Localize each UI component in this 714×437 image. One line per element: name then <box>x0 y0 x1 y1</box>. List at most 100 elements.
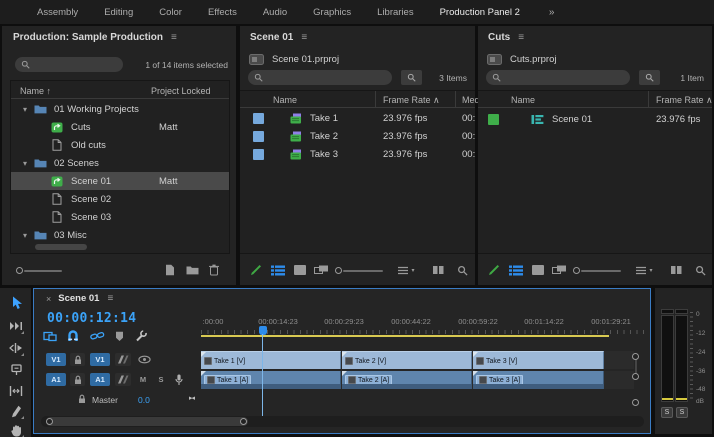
linked-selection-toggle[interactable] <box>88 329 106 343</box>
freeform-view-button[interactable] <box>550 262 568 278</box>
vertical-zoom-handle-bottom[interactable] <box>632 373 639 380</box>
pen-tool[interactable] <box>7 402 25 420</box>
delete-button[interactable] <box>206 262 222 278</box>
new-item-button[interactable] <box>162 262 178 278</box>
timeline-clip-take2-video[interactable]: Take 2 [V] <box>342 351 472 369</box>
column-header-frame-rate[interactable]: Frame Rate ∧ <box>656 95 713 106</box>
workspace-tab-graphics[interactable]: Graphics <box>300 7 364 18</box>
timeline-zoom-handle-left[interactable] <box>46 418 53 425</box>
chevron-down-icon[interactable]: ▾ <box>23 105 27 114</box>
column-header-name[interactable]: Name <box>511 95 535 105</box>
snap-toggle[interactable] <box>65 329 81 343</box>
zoom-slider-handle[interactable] <box>16 267 23 274</box>
timeline-tab[interactable]: × Scene 01 ≡ <box>46 293 113 304</box>
tree-row-folder-02-scenes[interactable]: ▾ 02 Scenes <box>11 154 229 172</box>
selection-tool[interactable] <box>7 294 25 312</box>
workspace-tab-production-panel-2[interactable]: Production Panel 2 <box>427 7 533 18</box>
column-header-name[interactable]: Name <box>273 95 297 105</box>
scene-panel-tab[interactable]: Scene 01 ≡ <box>250 32 307 43</box>
tree-row-project-old-cuts[interactable]: Old cuts <box>11 136 229 154</box>
label-color-green[interactable] <box>488 114 499 125</box>
thumbnail-zoom-handle[interactable] <box>573 267 580 274</box>
ripple-edit-tool[interactable] <box>7 339 25 357</box>
new-bin-button[interactable] <box>668 262 684 278</box>
playhead-handle[interactable] <box>259 326 267 335</box>
cuts-panel-menu-icon[interactable]: ≡ <box>518 32 524 43</box>
meter-solo-left-button[interactable]: S <box>661 407 673 418</box>
audio-sync-lock-toggle[interactable] <box>115 373 131 386</box>
production-search-input[interactable] <box>15 57 123 72</box>
new-bin-button[interactable] <box>184 262 200 278</box>
clip-row-take-3[interactable]: Take 3 23.976 fps 00: <box>240 145 475 163</box>
thumbnail-zoom-handle[interactable] <box>335 267 342 274</box>
workspace-tab-editing[interactable]: Editing <box>91 7 146 18</box>
workspace-tab-audio[interactable]: Audio <box>250 7 300 18</box>
timeline-clip-take3-video[interactable]: Take 3 [V] <box>473 351 604 369</box>
timeline-clip-take1-audio[interactable]: Take 1 [A] <box>201 371 341 389</box>
project-file-row[interactable]: Cuts.prproj <box>487 54 556 65</box>
tree-row-folder-03-misc[interactable]: ▾ 03 Misc <box>11 226 229 244</box>
list-view-button[interactable] <box>508 262 524 278</box>
workspace-tab-assembly[interactable]: Assembly <box>24 7 91 18</box>
timeline-clip-take1-video[interactable]: Take 1 [V] <box>201 351 341 369</box>
find-button[interactable] <box>454 262 470 278</box>
label-color-blue[interactable] <box>253 113 264 124</box>
hand-tool[interactable] <box>7 421 25 437</box>
project-writable-button[interactable] <box>486 262 502 278</box>
clip-row-take-2[interactable]: Take 2 23.976 fps 00: <box>240 127 475 145</box>
playhead-timecode[interactable]: 00:00:12:14 <box>47 311 136 326</box>
thumbnail-zoom-track[interactable] <box>343 270 383 272</box>
tree-row-project-cuts[interactable]: Cuts Matt <box>11 118 229 136</box>
audio-track-lock-toggle[interactable] <box>70 373 85 386</box>
track-target-v1[interactable]: V1 <box>90 353 110 366</box>
playhead-line[interactable] <box>262 334 263 419</box>
tree-row-project-scene-01-selected[interactable]: Scene 01 Matt <box>11 172 229 190</box>
source-patch-a1[interactable]: A1 <box>46 373 66 386</box>
sort-icons-button[interactable]: ▾ <box>395 263 417 277</box>
track-target-a1[interactable]: A1 <box>90 373 110 386</box>
timeline-settings-button[interactable] <box>133 329 149 343</box>
source-patch-v1[interactable]: V1 <box>46 353 66 366</box>
sort-icons-button[interactable]: ▾ <box>633 263 655 277</box>
workspace-overflow-chevron[interactable]: » <box>533 7 571 18</box>
project-file-row[interactable]: Scene 01.prproj <box>249 54 339 65</box>
column-header-project-locked[interactable]: Project Locked <box>151 86 211 96</box>
column-header-media[interactable]: Med <box>462 95 480 105</box>
search-bin-button[interactable] <box>401 70 422 85</box>
fit-to-window-icon[interactable]: ▸◂ <box>189 394 194 402</box>
meter-solo-right-button[interactable]: S <box>676 407 688 418</box>
search-bin-button[interactable] <box>639 70 660 85</box>
freeform-view-button[interactable] <box>312 262 330 278</box>
vertical-zoom-handle-top[interactable] <box>632 353 639 360</box>
timeline-clip-take2-audio[interactable]: Take 2 [A] <box>342 371 472 389</box>
production-panel-menu-icon[interactable]: ≡ <box>171 32 177 43</box>
track-select-forward-tool[interactable] <box>7 317 25 335</box>
voiceover-record-button[interactable] <box>171 373 187 386</box>
label-color-blue[interactable] <box>253 131 264 142</box>
sequence-row-scene-01[interactable]: Scene 01 23.976 fps <box>478 109 712 129</box>
add-marker-button[interactable] <box>111 329 127 343</box>
scene-panel-menu-icon[interactable]: ≡ <box>301 32 307 43</box>
timeline-clip-take3-audio[interactable]: Take 3 [A] <box>473 371 604 389</box>
thumbnail-zoom-track[interactable] <box>581 270 621 272</box>
timeline-panel-menu-icon[interactable]: ≡ <box>107 293 113 304</box>
tree-row-project-scene-02[interactable]: Scene 02 <box>11 190 229 208</box>
video-sync-lock-toggle[interactable] <box>115 353 131 366</box>
horizontal-scrollbar-thumb[interactable] <box>46 417 248 426</box>
label-color-blue[interactable] <box>253 149 264 160</box>
project-writable-button[interactable] <box>248 262 264 278</box>
mute-track-button[interactable]: M <box>136 373 150 386</box>
cuts-panel-tab[interactable]: Cuts ≡ <box>488 32 524 43</box>
toggle-track-output[interactable] <box>136 353 152 366</box>
workspace-tab-effects[interactable]: Effects <box>195 7 250 18</box>
close-icon[interactable]: × <box>46 294 51 304</box>
insert-as-nest-toggle[interactable] <box>42 329 58 343</box>
slip-tool[interactable] <box>7 382 25 400</box>
clip-row-take-1[interactable]: Take 1 23.976 fps 00: <box>240 109 475 127</box>
chevron-down-icon[interactable]: ▾ <box>23 159 27 168</box>
new-bin-button[interactable] <box>430 262 446 278</box>
cuts-search-input[interactable] <box>486 70 630 85</box>
icon-view-button[interactable] <box>292 262 308 278</box>
zoom-slider-track[interactable] <box>24 270 62 272</box>
icon-view-button[interactable] <box>530 262 546 278</box>
